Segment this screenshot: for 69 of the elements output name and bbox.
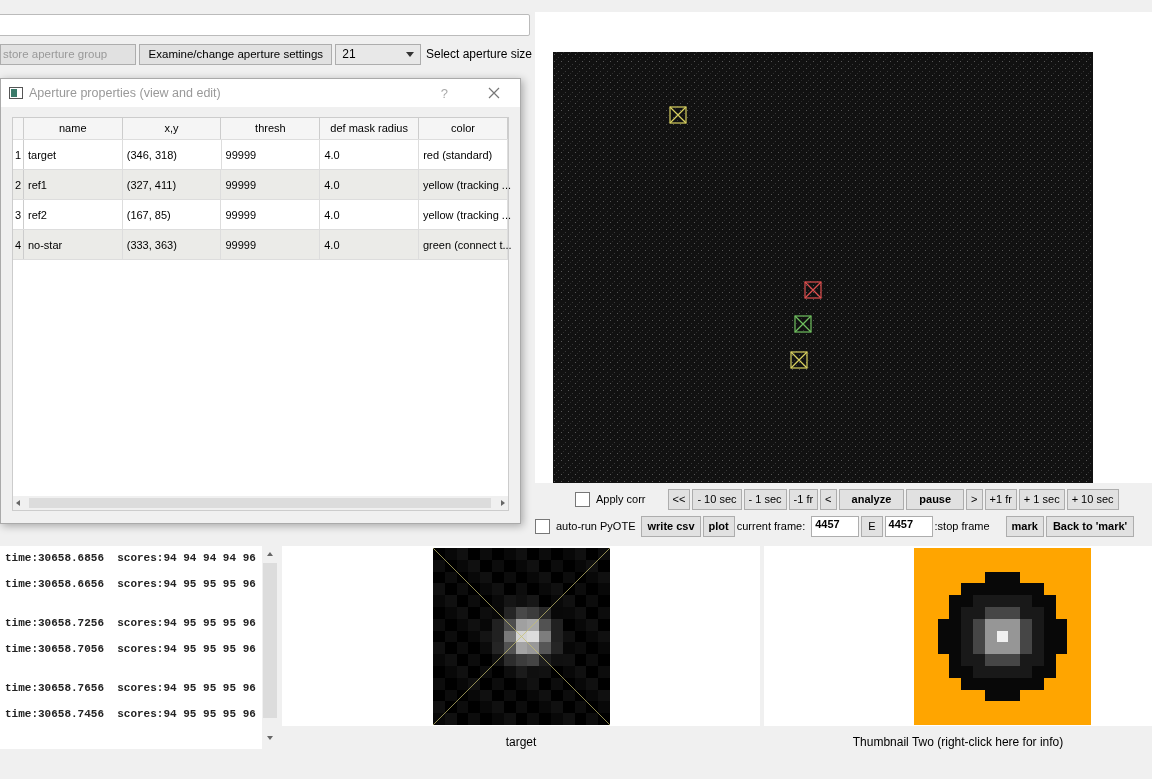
column-header[interactable]: def mask radius <box>320 118 420 139</box>
column-header[interactable]: x,y <box>122 118 222 139</box>
playback-button[interactable]: -1 fr <box>788 488 819 510</box>
caret-icon <box>405 51 414 57</box>
plot-button[interactable]: plot <box>702 515 735 537</box>
table-cell[interactable]: yellow (tracking ... <box>418 170 508 199</box>
playback-button[interactable]: + 1 sec <box>1018 488 1065 510</box>
table-cell[interactable]: ref2 <box>23 200 123 229</box>
table-cell[interactable]: red (standard) <box>419 140 508 169</box>
table-cell[interactable]: ref1 <box>23 170 123 199</box>
row-number: 1 <box>13 140 24 169</box>
table-cell[interactable]: (327, 411) <box>122 170 222 199</box>
mark-button[interactable]: mark <box>1005 515 1044 537</box>
column-header[interactable]: name <box>23 118 123 139</box>
table-cell[interactable]: 4.0 <box>320 200 419 229</box>
aperture-size-label: Select aperture size <box>425 47 532 61</box>
playback-button[interactable]: - 10 sec <box>692 488 742 510</box>
playback-button[interactable]: > <box>966 488 983 510</box>
playback-button[interactable]: analyze <box>838 488 905 510</box>
log-line: time:30658.7056 scores:94 95 95 95 96 <box>5 642 257 657</box>
column-header[interactable]: thresh <box>221 118 321 139</box>
table-cell[interactable]: 99999 <box>221 200 321 229</box>
aperture-size-dropdown[interactable]: 21 <box>335 43 421 65</box>
current-frame-field[interactable]: 4457 <box>811 515 860 537</box>
log-line: time:30658.7456 scores:94 95 95 95 96 <box>5 707 257 722</box>
table-cell[interactable]: 99999 <box>221 170 321 199</box>
playback-button[interactable]: - 1 sec <box>743 488 787 510</box>
table-cell[interactable]: no-star <box>23 230 123 259</box>
thumbnail-caption: target <box>504 735 538 749</box>
apply-corr-checkbox[interactable] <box>575 491 590 507</box>
e-button[interactable]: E <box>861 515 883 537</box>
playback-button[interactable]: << <box>667 488 691 510</box>
row-number: 2 <box>13 170 24 199</box>
log-line: time:30658.6856 scores:94 94 94 94 96 <box>5 551 257 566</box>
window-icon <box>9 87 23 99</box>
playback-button[interactable]: pause <box>906 488 965 510</box>
row-number: 4 <box>13 230 24 259</box>
column-header[interactable]: color <box>419 118 508 139</box>
table-cell[interactable]: (167, 85) <box>122 200 222 229</box>
stop-frame-label: :stop frame <box>934 520 990 532</box>
row-number: 3 <box>13 200 24 229</box>
playback-button[interactable]: < <box>820 488 837 510</box>
close-icon[interactable] <box>488 87 500 99</box>
dialog-title: Aperture properties (view and edit) <box>29 86 222 100</box>
current-frame-label: current frame: <box>736 520 806 532</box>
write-csv-button[interactable]: write csv <box>641 515 701 537</box>
log-line: time:30658.6656 scores:94 95 95 95 96 <box>5 577 257 592</box>
examine-aperture-settings-button[interactable]: Examine/change aperture settings <box>139 43 333 65</box>
table-cell[interactable]: 99999 <box>221 230 321 259</box>
table-cell[interactable]: yellow (tracking ... <box>418 200 508 229</box>
stop-frame-field[interactable]: 4457 <box>884 515 933 537</box>
table-cell[interactable]: 4.0 <box>320 140 420 169</box>
playback-button[interactable]: + 10 sec <box>1066 488 1119 510</box>
thumbnail-caption: Thumbnail Two (right-click here for info) <box>851 735 1065 749</box>
table-cell[interactable]: (333, 363) <box>122 230 222 259</box>
scrollbar[interactable] <box>13 496 508 510</box>
table-cell[interactable]: 99999 <box>221 140 321 169</box>
playback-button[interactable]: +1 fr <box>984 488 1017 510</box>
back-to-mark-button[interactable]: Back to 'mark' <box>1045 515 1135 537</box>
table-cell[interactable]: (346, 318) <box>122 140 222 169</box>
log-line: time:30658.7256 scores:94 95 95 95 96 <box>5 616 257 631</box>
log-line: time:30658.7656 scores:94 95 95 95 96 <box>5 681 257 696</box>
auto-run-checkbox[interactable] <box>535 518 550 534</box>
table-cell[interactable]: 4.0 <box>320 230 419 259</box>
apply-corr-label: Apply corr <box>596 493 646 505</box>
table-cell[interactable]: target <box>24 140 123 169</box>
table-cell[interactable]: 4.0 <box>320 170 419 199</box>
text-field[interactable] <box>0 14 530 36</box>
auto-run-label: auto-run PyOTE <box>556 520 636 532</box>
